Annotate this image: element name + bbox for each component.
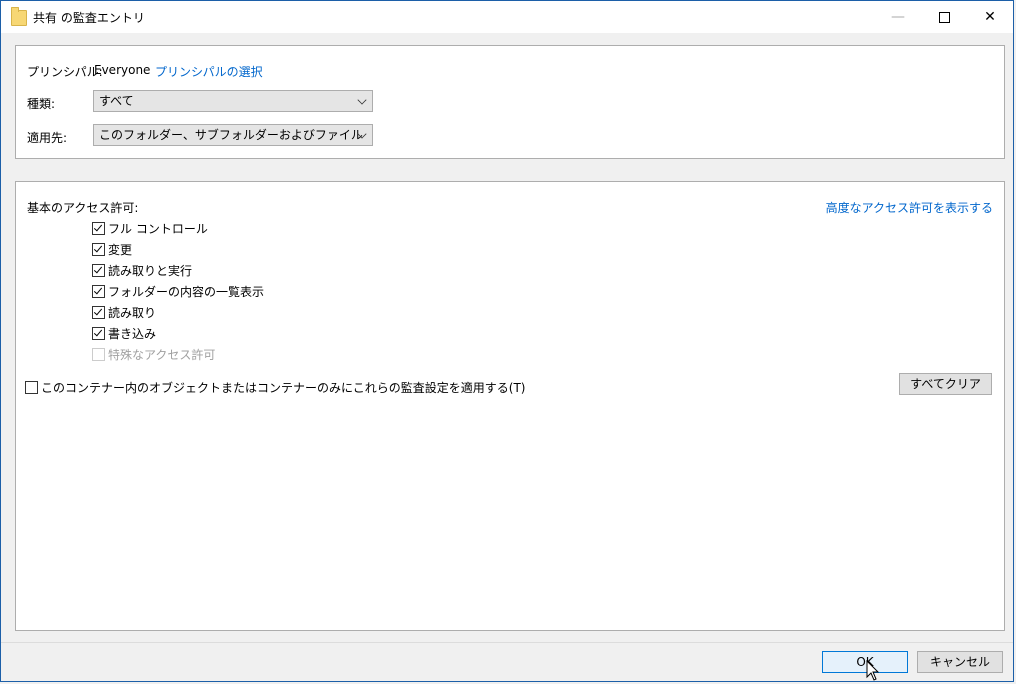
type-select-value: すべて [99, 94, 134, 108]
checkbox-unchecked[interactable] [25, 381, 38, 394]
checkbox-checked[interactable] [92, 222, 105, 235]
chevron-down-icon [357, 95, 367, 105]
permission-label: 変更 [108, 243, 133, 257]
applies-to-select[interactable]: このフォルダー、サブフォルダーおよびファイル [93, 124, 373, 146]
close-icon: ✕ [984, 9, 996, 25]
permission-label: フォルダーの内容の一覧表示 [108, 285, 265, 299]
folder-icon [11, 7, 27, 26]
permission-full-control[interactable]: フル コントロール [92, 220, 208, 238]
principal-panel: プリンシパル: Everyone プリンシパルの選択 種類: すべて 適用先: … [15, 45, 1005, 159]
permission-modify[interactable]: 変更 [92, 241, 132, 259]
close-button[interactable]: ✕ [967, 1, 1013, 33]
permission-special: 特殊なアクセス許可 [92, 346, 215, 364]
type-label: 種類: [27, 97, 56, 111]
minimize-icon: — [891, 9, 905, 25]
permission-list-folder[interactable]: フォルダーの内容の一覧表示 [92, 283, 264, 301]
apply-inside-label: このコンテナー内のオブジェクトまたはコンテナーのみにこれらの監査設定を適用する(… [41, 381, 526, 395]
checkbox-checked[interactable] [92, 327, 105, 340]
clear-all-button[interactable]: すべてクリア [899, 373, 992, 395]
show-advanced-permissions-link[interactable]: 高度なアクセス許可を表示する [826, 199, 993, 216]
checkbox-disabled [92, 348, 105, 361]
permission-label: 特殊なアクセス許可 [108, 348, 216, 362]
cancel-button[interactable]: キャンセル [917, 651, 1003, 673]
select-principal-link[interactable]: プリンシパルの選択 [155, 63, 263, 80]
maximize-button[interactable] [921, 1, 967, 33]
minimize-button[interactable]: — [875, 1, 921, 33]
permission-label: 読み取り [108, 306, 157, 320]
permission-label: 読み取りと実行 [108, 264, 193, 278]
footer-divider [1, 642, 1013, 643]
checkbox-checked[interactable] [92, 243, 105, 256]
permission-label: フル コントロール [108, 222, 208, 236]
applies-to-select-value: このフォルダー、サブフォルダーおよびファイル [99, 128, 363, 142]
type-select[interactable]: すべて [93, 90, 373, 112]
window-title: 共有 の監査エントリ [33, 11, 145, 25]
permission-label: 書き込み [108, 327, 157, 341]
title-bar: 共有 の監査エントリ — ✕ [1, 1, 1013, 33]
permission-write[interactable]: 書き込み [92, 325, 156, 343]
principal-label: プリンシパル: [27, 65, 103, 79]
permissions-panel: 基本のアクセス許可: 高度なアクセス許可を表示する フル コントロール 変更 読… [15, 181, 1005, 631]
permission-read[interactable]: 読み取り [92, 304, 156, 322]
principal-value: Everyone [94, 63, 151, 77]
applies-to-label: 適用先: [27, 131, 68, 145]
apply-inside-container-option[interactable]: このコンテナー内のオブジェクトまたはコンテナーのみにこれらの監査設定を適用する(… [25, 379, 525, 397]
permission-read-execute[interactable]: 読み取りと実行 [92, 262, 192, 280]
ok-button[interactable]: OK [822, 651, 908, 673]
checkbox-checked[interactable] [92, 306, 105, 319]
basic-permissions-heading: 基本のアクセス許可: [27, 201, 139, 215]
audit-entry-dialog: 共有 の監査エントリ — ✕ プリンシパル: Everyone プリンシパルの選… [0, 0, 1014, 682]
maximize-icon [938, 11, 950, 23]
checkbox-checked[interactable] [92, 285, 105, 298]
checkbox-checked[interactable] [92, 264, 105, 277]
